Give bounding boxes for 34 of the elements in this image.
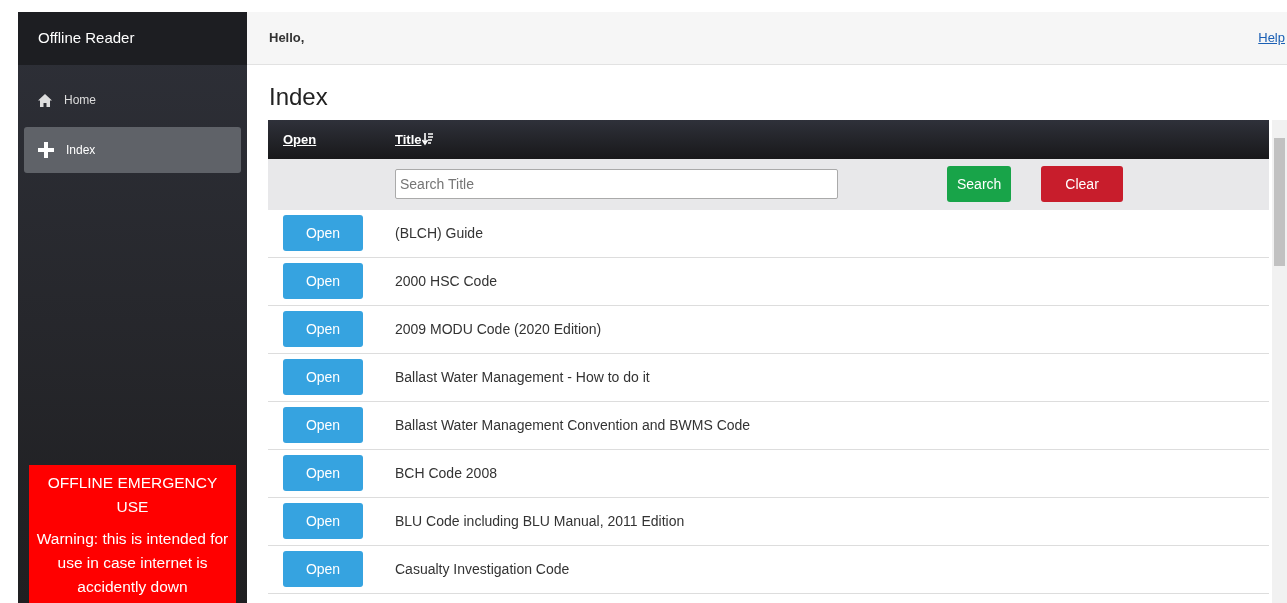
open-button[interactable]: Open xyxy=(283,359,363,396)
search-button[interactable]: Search xyxy=(947,166,1012,203)
greeting-text: Hello, xyxy=(269,29,305,48)
table-cell-text: BCH Code 2008 xyxy=(395,463,497,483)
table-cell-text: (BLCH) Guide xyxy=(395,223,483,243)
home-icon xyxy=(38,93,52,107)
open-button[interactable]: Open xyxy=(283,263,363,300)
table-cell-text: Ballast Water Management - How to do it xyxy=(395,367,650,387)
sidebar-item[interactable]: Index xyxy=(24,127,241,173)
search-field[interactable]: Search Title xyxy=(395,169,838,200)
table-cell-text: Casualty Investigation Code xyxy=(395,559,570,579)
app-brand: Offline Reader xyxy=(38,28,135,49)
scrollbar[interactable] xyxy=(1272,119,1287,603)
open-button[interactable]: Open xyxy=(283,407,363,444)
clear-button[interactable]: Clear xyxy=(1041,166,1123,203)
open-button[interactable]: Open xyxy=(283,455,363,492)
column-header[interactable]: Open xyxy=(283,131,317,147)
plus-icon xyxy=(38,142,54,158)
sort-icon[interactable] xyxy=(421,132,434,147)
warning-title: OFFLINE EMERGENCY USE xyxy=(46,473,219,517)
scrollbar-thumb[interactable] xyxy=(1274,137,1285,266)
column-header[interactable]: Title xyxy=(395,129,422,150)
table-cell-text: 2009 MODU Code (2020 Edition) xyxy=(395,319,602,339)
help-link[interactable]: Help xyxy=(1258,28,1285,48)
open-button[interactable]: Open xyxy=(283,551,363,588)
table-cell-text: Ballast Water Management Convention and BWMS Code xyxy=(395,415,751,435)
table-cell-text: 2000 HSC Code xyxy=(395,271,497,291)
warning-text: Warning: this is intended for use in case internet is accidently down xyxy=(35,529,230,597)
open-button[interactable]: Open xyxy=(283,215,363,252)
open-button[interactable]: Open xyxy=(283,311,363,348)
page-title: Index xyxy=(269,83,329,112)
sidebar-item[interactable]: Home xyxy=(24,77,241,123)
table-cell-text: BLU Code including BLU Manual, 2011 Edition xyxy=(395,511,685,531)
open-button[interactable]: Open xyxy=(283,503,363,540)
